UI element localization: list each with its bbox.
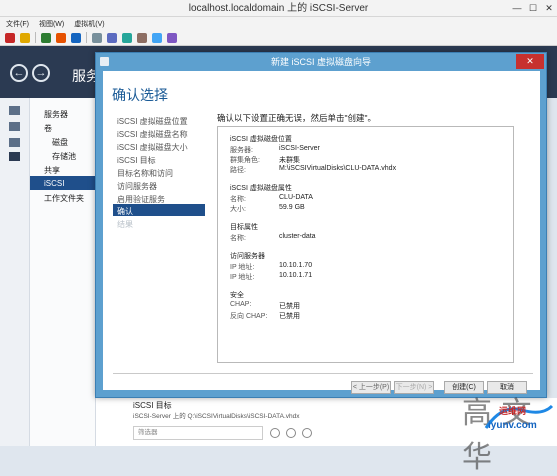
nav-item-volumes[interactable]: 卷 xyxy=(44,123,52,134)
step-target-name-access[interactable]: 目标名称和访问 xyxy=(117,168,173,179)
vm-toolbar xyxy=(0,30,557,46)
step-access-servers[interactable]: 访问服务器 xyxy=(117,181,157,192)
nav-item-iscsi[interactable]: iSCSI xyxy=(44,179,64,188)
instruction-text: 确认以下设置正确无误，然后单击"创建"。 xyxy=(217,113,377,123)
stop-icon[interactable] xyxy=(5,32,15,43)
step-disk-size[interactable]: iSCSI 虚拟磁盘大小 xyxy=(117,142,188,153)
iscsi-targets-subtext: iSCSI-Server 上的 Q:\iSCSIVirtualDisks\iSC… xyxy=(133,413,300,420)
filter-refresh-icon[interactable] xyxy=(302,428,312,438)
footer-divider xyxy=(113,373,533,374)
filter-input[interactable]: 筛选器 xyxy=(133,426,263,440)
close-icon[interactable]: ✕ xyxy=(541,0,557,17)
fullscreen-icon[interactable] xyxy=(167,32,177,43)
step-iscsi-target[interactable]: iSCSI 目标 xyxy=(117,155,156,166)
file-storage-icon[interactable] xyxy=(9,152,20,161)
step-confirmation[interactable]: 确认 xyxy=(117,206,133,217)
chap-label: CHAP: xyxy=(230,301,252,308)
wizard-body: 确认选择 iSCSI 虚拟磁盘位置 iSCSI 虚拟磁盘名称 iSCSI 虚拟磁… xyxy=(103,71,540,394)
reverse-chap-label: 反向 CHAP: xyxy=(230,313,268,320)
menu-view[interactable]: 视图(W) xyxy=(39,19,64,29)
share-icon[interactable] xyxy=(122,32,132,43)
disk-size-value: 59.9 GB xyxy=(279,204,305,211)
filter-dropdown-icon[interactable] xyxy=(286,428,296,438)
cluster-role-value: 未群集 xyxy=(279,157,300,164)
play-icon[interactable] xyxy=(41,32,51,43)
ip-address-value: 10.10.1.71 xyxy=(279,272,313,279)
step-enable-auth[interactable]: 启用验证服务 xyxy=(117,194,165,205)
watermark-site: iyunv.com xyxy=(488,420,537,431)
pause-icon[interactable] xyxy=(20,32,30,43)
window-controls: — ☐ ✕ xyxy=(509,0,557,17)
disk-name-value: CLU-DATA xyxy=(279,194,313,201)
cluster-role-label: 群集角色: xyxy=(230,157,260,164)
disk-name-label: 名称: xyxy=(230,196,246,203)
filter-options-icon[interactable] xyxy=(270,428,280,438)
section-disk-location: iSCSI 虚拟磁盘位置 xyxy=(230,136,292,143)
ip-address-label: IP 地址: xyxy=(230,264,255,271)
path-label: 路径: xyxy=(230,167,246,174)
nav-item-work-folders[interactable]: 工作文件夹 xyxy=(44,193,84,204)
toolbar-separator xyxy=(35,32,36,43)
nav-item-servers[interactable]: 服务器 xyxy=(44,109,68,120)
local-server-icon[interactable] xyxy=(9,122,20,131)
section-disk-properties: iSCSI 虚拟磁盘属性 xyxy=(230,185,292,192)
settings-icon[interactable] xyxy=(137,32,147,43)
section-target-properties: 目标属性 xyxy=(230,224,258,231)
forward-arrow-icon[interactable]: → xyxy=(32,64,50,82)
all-servers-icon[interactable] xyxy=(9,138,20,147)
dialog-title: 新建 iSCSI 虚拟磁盘向导 xyxy=(270,57,371,67)
vm-menubar: 文件(F) 视图(W) 虚拟机(V) xyxy=(0,17,557,30)
connect-icon[interactable] xyxy=(152,32,162,43)
back-arrow-icon[interactable]: ← xyxy=(10,64,28,82)
snapshot-icon[interactable] xyxy=(92,32,102,43)
menu-vm[interactable]: 虚拟机(V) xyxy=(74,19,104,29)
power-icon[interactable] xyxy=(71,32,81,43)
target-name-label: 名称: xyxy=(230,235,246,242)
next-button[interactable]: 下一步(N) > xyxy=(394,381,434,394)
step-disk-location[interactable]: iSCSI 虚拟磁盘位置 xyxy=(117,116,188,127)
nav-item-storage-pools[interactable]: 存储池 xyxy=(52,151,76,162)
reset-icon[interactable] xyxy=(56,32,66,43)
settings-summary: iSCSI 虚拟磁盘位置 服务器: iSCSI-Server 群集角色: 未群集… xyxy=(217,126,514,363)
server-manager-icon-column xyxy=(0,98,30,446)
server-manager-nav: 服务器 卷 磁盘 存储池 共享 iSCSI 工作文件夹 xyxy=(30,98,96,446)
nav-item-shares[interactable]: 共享 xyxy=(44,165,60,176)
vm-window-title: localhost.localdomain 上的 iSCSI-Server xyxy=(0,0,557,17)
new-iscsi-disk-wizard: 新建 iSCSI 虚拟磁盘向导 ✕ 确认选择 iSCSI 虚拟磁盘位置 iSCS… xyxy=(95,52,547,398)
chap-value: 已禁用 xyxy=(279,303,300,310)
disk-size-label: 大小: xyxy=(230,206,246,213)
dialog-close-button[interactable]: ✕ xyxy=(516,54,544,69)
previous-button[interactable]: < 上一步(P) xyxy=(351,381,391,394)
watermark-brand: 运维网 xyxy=(499,406,527,416)
ip-address-label: IP 地址: xyxy=(230,274,255,281)
maximize-icon[interactable]: ☐ xyxy=(525,0,541,17)
target-name-value: cluster-data xyxy=(279,233,316,240)
toolbar-separator xyxy=(86,32,87,43)
step-results: 结果 xyxy=(117,220,133,229)
section-access-servers: 访问服务器 xyxy=(230,253,265,260)
section-security: 安全 xyxy=(230,292,244,299)
server-label: 服务器: xyxy=(230,147,253,154)
path-value: M:\iSCSIVirtualDisks\CLU-DATA.vhdx xyxy=(279,165,397,172)
menu-file[interactable]: 文件(F) xyxy=(6,19,29,29)
reverse-chap-value: 已禁用 xyxy=(279,313,300,320)
ip-address-value: 10.10.1.70 xyxy=(279,262,313,269)
revert-icon[interactable] xyxy=(107,32,117,43)
nav-item-disks[interactable]: 磁盘 xyxy=(52,137,68,148)
minimize-icon[interactable]: — xyxy=(509,0,525,17)
step-disk-name[interactable]: iSCSI 虚拟磁盘名称 xyxy=(117,129,188,140)
dashboard-icon[interactable] xyxy=(9,106,20,115)
server-value: iSCSI-Server xyxy=(279,145,320,152)
page-title: 确认选择 xyxy=(112,87,168,103)
